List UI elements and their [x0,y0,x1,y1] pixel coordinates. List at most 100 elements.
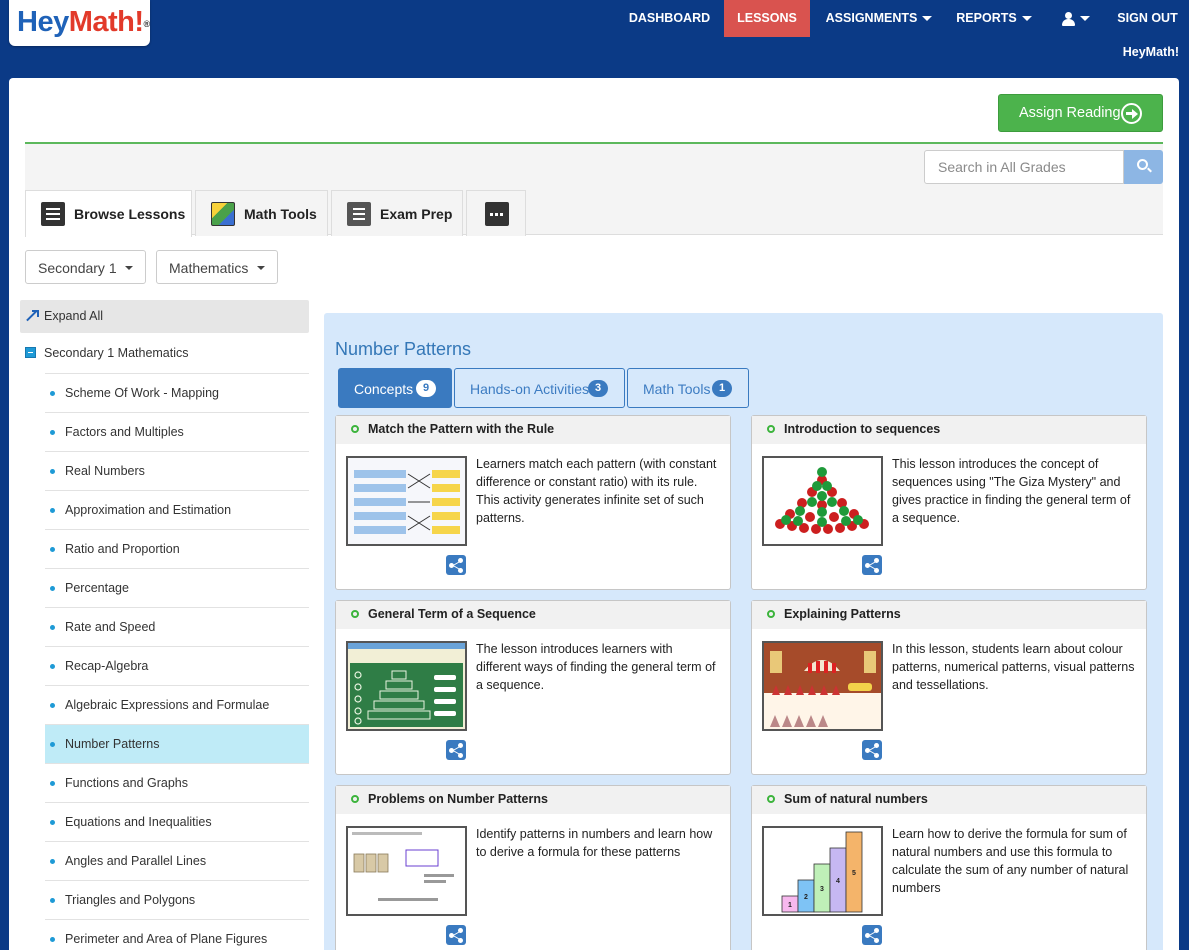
tab-more[interactable] [466,190,526,236]
lesson-card-title[interactable]: Match the Pattern with the Rule [368,422,554,436]
bullet-icon [50,508,55,513]
nav-signout-label: SIGN OUT [1117,11,1178,25]
subject-select[interactable]: Mathematics [156,250,278,284]
collapse-icon[interactable] [25,347,36,358]
chapter-item[interactable]: Angles and Parallel Lines [45,841,309,880]
chapter-item[interactable]: Scheme Of Work - Mapping [45,373,309,412]
share-icon[interactable] [862,555,882,575]
bullet-icon [50,937,55,942]
chapter-item[interactable]: Factors and Multiples [45,412,309,451]
tab-math-tools-resources-label: Math Tools [643,381,711,397]
search-input[interactable] [924,150,1124,184]
logo-registered-mark: ® [143,19,151,29]
chapter-item-label: Angles and Parallel Lines [65,854,207,868]
grade-select[interactable]: Secondary 1 [25,250,146,284]
lesson-thumbnail[interactable] [346,641,467,731]
math-tools-icon [211,202,235,226]
bar-label: 2 [804,894,808,901]
status-icon [351,610,359,618]
lesson-card-header: Introduction to sequences [752,416,1146,444]
nav-reports[interactable]: REPORTS [950,0,1038,37]
chapter-item[interactable]: Equations and Inequalities [45,802,309,841]
expand-all-label: Expand All [44,309,104,323]
share-icon[interactable] [446,925,466,945]
lesson-card-description: The lesson introduces learners with diff… [476,642,716,692]
tab-browse-lessons-label: Browse Lessons [74,206,186,222]
lesson-card[interactable]: Explaining Patterns In this lesson, stud… [751,600,1147,775]
exam-icon [347,202,371,226]
lesson-card-description: Learn how to derive the formula for sum … [892,827,1129,895]
lesson-card[interactable]: Problems on Number Patterns Identify pat… [335,785,731,950]
heymath-logo[interactable]: HeyMath!® [9,0,150,46]
assign-reading-button[interactable]: Assign Reading [998,94,1163,132]
lesson-card-title[interactable]: Explaining Patterns [784,607,901,621]
lesson-card-title[interactable]: Problems on Number Patterns [368,792,548,806]
chevron-down-icon [1080,16,1090,22]
chapter-item[interactable]: Real Numbers [45,451,309,490]
lesson-card-description: This lesson introduces the concept of se… [892,457,1131,525]
lesson-card[interactable]: General Term of a Sequence The lesson in… [335,600,731,775]
lesson-content: Number Patterns Concepts 9 Hands-on Acti… [324,313,1163,950]
nav-user-menu[interactable] [1052,0,1100,37]
tab-browse-lessons[interactable]: Browse Lessons [25,190,192,237]
bullet-icon [50,703,55,708]
lesson-card-header: Problems on Number Patterns [336,786,730,814]
search-button[interactable] [1124,150,1163,184]
tree-root-secondary-1-mathematics[interactable]: Secondary 1 Mathematics [25,340,309,374]
lesson-card-header: Sum of natural numbers [752,786,1146,814]
nav-lessons[interactable]: LESSONS [724,0,810,37]
chapter-item[interactable]: Rate and Speed [45,607,309,646]
expand-all-button[interactable]: Expand All [20,300,309,333]
nav-signout[interactable]: SIGN OUT [1110,0,1185,37]
lesson-thumbnail[interactable] [762,456,883,546]
nav-dashboard[interactable]: DASHBOARD [620,0,719,37]
count-badge: 1 [712,380,732,397]
lesson-card-description: Identify patterns in numbers and learn h… [476,827,713,859]
status-icon [351,795,359,803]
tree-root-label: Secondary 1 Mathematics [44,346,189,360]
bullet-icon [50,820,55,825]
chapter-item[interactable]: Triangles and Polygons [45,880,309,919]
lesson-card[interactable]: Match the Pattern with the Rule Learners… [335,415,731,590]
tab-concepts[interactable]: Concepts 9 [338,368,452,408]
share-icon[interactable] [446,740,466,760]
chapter-item[interactable]: Algebraic Expressions and Formulae [45,685,309,724]
chapter-item[interactable]: Approximation and Estimation [45,490,309,529]
tab-hands-on-activities[interactable]: Hands-on Activities 3 [454,368,625,408]
top-navbar: HeyMath!® DASHBOARD LESSONS ASSIGNMENTS … [0,0,1189,78]
chapter-item[interactable]: Ratio and Proportion [45,529,309,568]
bullet-icon [50,586,55,591]
lesson-card-title[interactable]: Introduction to sequences [784,422,940,436]
share-icon[interactable] [862,925,882,945]
more-icon [485,202,509,226]
chapter-item-label: Factors and Multiples [65,425,184,439]
lesson-card-header: Explaining Patterns [752,601,1146,629]
nav-assignments[interactable]: ASSIGNMENTS [818,0,940,37]
chapter-item-label: Rate and Speed [65,620,156,634]
lesson-thumbnail[interactable]: 1 2 3 4 5 [762,826,883,916]
chapter-item-label: Number Patterns [65,737,160,751]
chapter-item[interactable]: Percentage [45,568,309,607]
chapter-item[interactable]: Perimeter and Area of Plane Figures [45,919,309,950]
chapter-item-active[interactable]: Number Patterns [45,724,309,763]
tab-exam-prep[interactable]: Exam Prep [331,190,463,236]
lesson-card[interactable]: Sum of natural numbers 1 2 3 4 5 Learn h… [751,785,1147,950]
chapter-item[interactable]: Functions and Graphs [45,763,309,802]
nav-lessons-label: LESSONS [737,11,797,25]
list-icon [41,202,65,226]
lesson-card-description: In this lesson, students learn about col… [892,642,1135,692]
share-icon[interactable] [862,740,882,760]
share-icon[interactable] [446,555,466,575]
lesson-card-title[interactable]: General Term of a Sequence [368,607,536,621]
tab-math-tools-resources[interactable]: Math Tools 1 [627,368,749,408]
count-badge: 9 [416,380,436,397]
lesson-card[interactable]: Introduction to sequences This lesson in… [751,415,1147,590]
tab-math-tools[interactable]: Math Tools [195,190,328,236]
chapter-item[interactable]: Recap-Algebra [45,646,309,685]
lesson-thumbnail[interactable] [762,641,883,731]
chapter-item-label: Triangles and Polygons [65,893,196,907]
chapter-item-label: Algebraic Expressions and Formulae [65,698,270,712]
lesson-card-title[interactable]: Sum of natural numbers [784,792,928,806]
lesson-thumbnail[interactable] [346,826,467,916]
lesson-thumbnail[interactable] [346,456,467,546]
